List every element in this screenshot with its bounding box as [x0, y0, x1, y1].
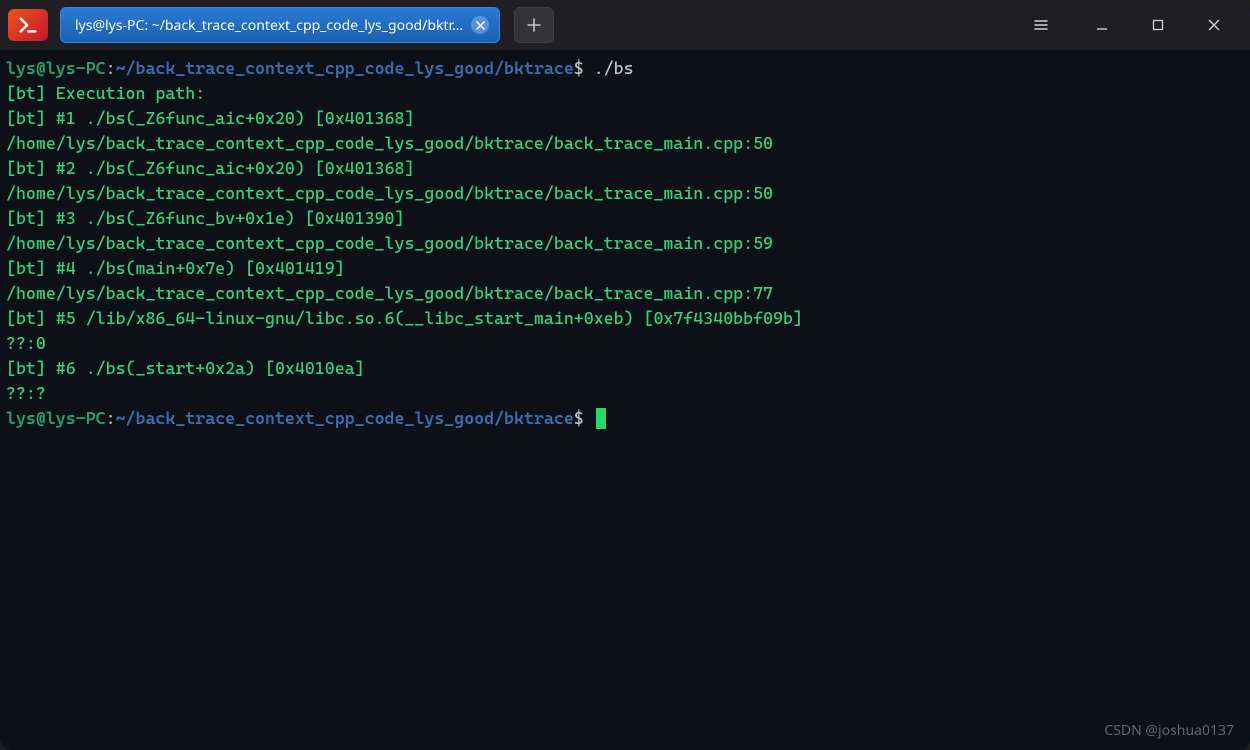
title-bar: lys@lys-PC: ~/back_trace_context_cpp_cod… [0, 0, 1250, 50]
prompt-line: lys@lys-PC:~/back_trace_context_cpp_code… [6, 56, 1244, 81]
app-icon [8, 9, 48, 41]
output-line: [bt] Execution path: [6, 81, 1244, 106]
output-line: /home/lys/back_trace_context_cpp_code_ly… [6, 281, 1244, 306]
close-button[interactable] [1186, 5, 1242, 45]
active-tab[interactable]: lys@lys-PC: ~/back_trace_context_cpp_cod… [60, 7, 500, 43]
tab-close-button[interactable] [471, 16, 489, 34]
minimize-button[interactable] [1074, 5, 1130, 45]
output-line: [bt] #6 ./bs(_start+0x2a) [0x4010ea] [6, 356, 1244, 381]
output-line: /home/lys/back_trace_context_cpp_code_ly… [6, 231, 1244, 256]
output-line: ??:? [6, 381, 1244, 406]
output-line: /home/lys/back_trace_context_cpp_code_ly… [6, 181, 1244, 206]
tab-title: lys@lys-PC: ~/back_trace_context_cpp_cod… [75, 16, 463, 35]
window-controls [1074, 5, 1242, 45]
output-line: [bt] #3 ./bs(_Z6func_bv+0x1e) [0x401390] [6, 206, 1244, 231]
output-line: [bt] #1 ./bs(_Z6func_aic+0x20) [0x401368… [6, 106, 1244, 131]
maximize-button[interactable] [1130, 5, 1186, 45]
cursor [596, 408, 606, 429]
new-tab-button[interactable] [514, 7, 554, 43]
terminal-output[interactable]: lys@lys-PC:~/back_trace_context_cpp_code… [0, 50, 1250, 750]
output-line: /home/lys/back_trace_context_cpp_code_ly… [6, 131, 1244, 156]
terminal-window: lys@lys-PC: ~/back_trace_context_cpp_cod… [0, 0, 1250, 750]
output-line: ??:0 [6, 331, 1244, 356]
menu-button[interactable] [1018, 5, 1064, 45]
output-line: [bt] #4 ./bs(main+0x7e) [0x401419] [6, 256, 1244, 281]
output-line: [bt] #2 ./bs(_Z6func_aic+0x20) [0x401368… [6, 156, 1244, 181]
prompt-line: lys@lys-PC:~/back_trace_context_cpp_code… [6, 406, 1244, 431]
output-line: [bt] #5 /lib/x86_64-linux-gnu/libc.so.6(… [6, 306, 1244, 331]
